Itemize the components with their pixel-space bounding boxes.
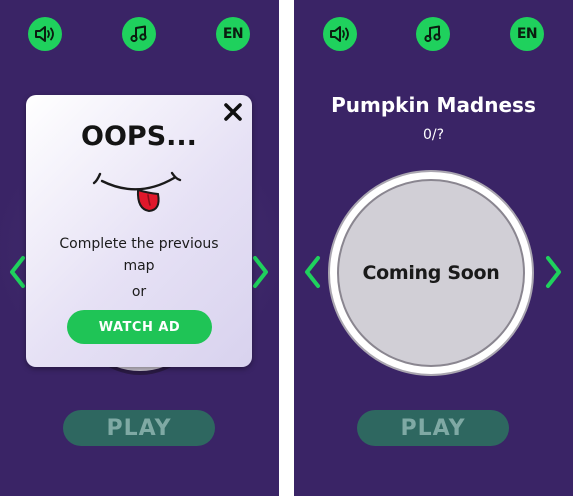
sound-button[interactable] (323, 17, 357, 51)
right-screen: EN Pumpkin Madness 0/? Coming Soon PLAY (294, 0, 573, 496)
locked-map-popup: OOPS... Complete the previous map or WAT… (26, 95, 252, 367)
music-button[interactable] (416, 17, 450, 51)
close-icon (224, 103, 242, 121)
play-button[interactable]: PLAY (357, 410, 509, 446)
language-button[interactable]: EN (510, 17, 544, 51)
music-note-icon (424, 25, 441, 43)
left-screen: EN OOPS... Complete the previous map or … (0, 0, 279, 496)
map-title: Pumpkin Madness (331, 93, 536, 117)
music-note-icon (130, 25, 147, 43)
coming-soon-label: Coming Soon (362, 262, 500, 284)
popup-message-line-2: map (123, 258, 155, 274)
speaker-icon (330, 26, 349, 42)
popup-title: OOPS... (81, 121, 197, 152)
language-button[interactable]: EN (216, 17, 250, 51)
tongue-out-face-icon (92, 171, 182, 213)
chevron-left-icon[interactable] (303, 255, 321, 289)
chevron-right-icon[interactable] (545, 255, 563, 289)
popup-message-line-1: Complete the previous (59, 236, 219, 252)
language-label: EN (516, 26, 538, 42)
map-preview-circle[interactable]: Coming Soon (328, 170, 534, 376)
speaker-icon (35, 26, 54, 42)
chevron-right-icon[interactable] (252, 255, 270, 289)
play-button[interactable]: PLAY (63, 410, 215, 446)
music-button[interactable] (122, 17, 156, 51)
sound-button[interactable] (28, 17, 62, 51)
watch-ad-button[interactable]: WATCH AD (67, 310, 212, 344)
map-preview-inner: Coming Soon (337, 179, 525, 367)
popup-or-text: or (131, 284, 147, 300)
language-label: EN (222, 26, 244, 42)
chevron-left-icon[interactable] (8, 255, 26, 289)
map-progress: 0/? (422, 127, 445, 143)
